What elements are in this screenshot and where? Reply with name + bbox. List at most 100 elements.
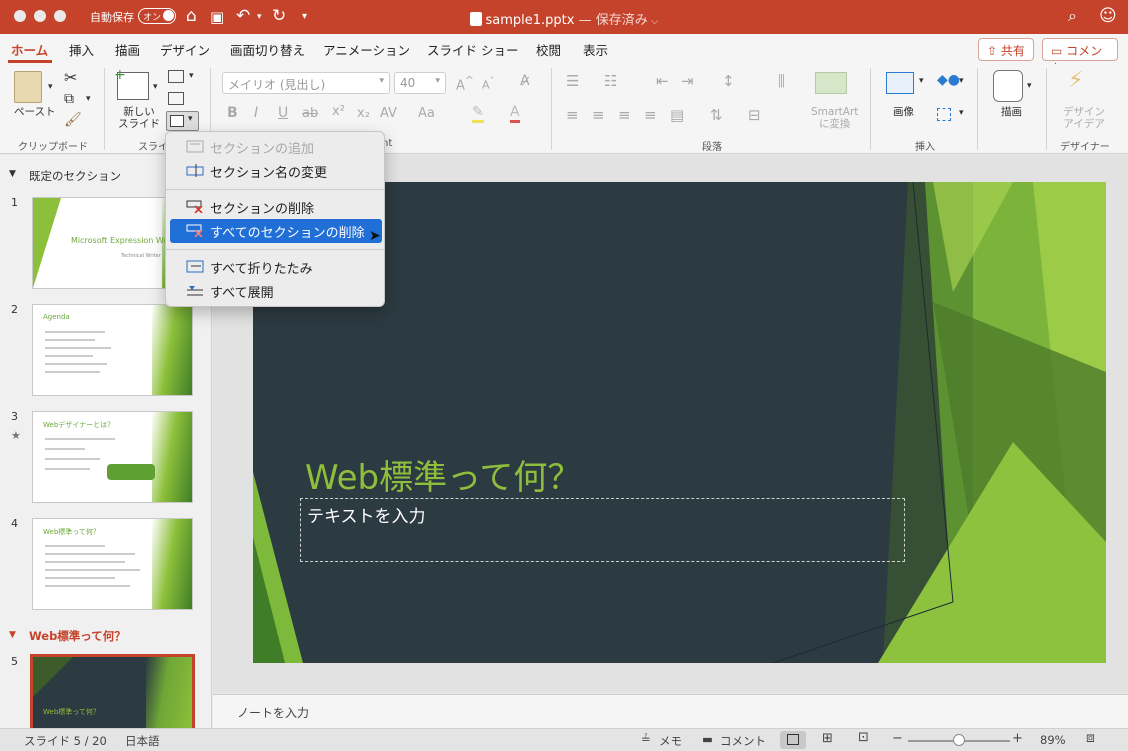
tab-home[interactable]: ホーム bbox=[11, 40, 48, 59]
subscript-icon[interactable]: x₂ bbox=[357, 106, 370, 121]
shapes-dropdown-icon[interactable]: ▾ bbox=[959, 76, 964, 86]
decrease-indent-icon[interactable]: ⇤ bbox=[656, 72, 669, 90]
grow-font-icon[interactable]: A^ bbox=[456, 74, 474, 93]
italic-icon[interactable]: I bbox=[254, 105, 258, 121]
layout-icon[interactable] bbox=[168, 70, 184, 83]
align-right-icon[interactable]: ≡ bbox=[618, 106, 631, 124]
notes-icon[interactable]: ≟ bbox=[641, 732, 651, 746]
tab-view[interactable]: 表示 bbox=[583, 40, 608, 59]
fit-to-window-icon[interactable]: ⧈ bbox=[1086, 730, 1095, 746]
highlight-icon[interactable]: ✎ bbox=[472, 104, 484, 123]
comments-icon[interactable]: ▬ bbox=[702, 732, 713, 746]
layout-dropdown-icon[interactable]: ▾ bbox=[189, 71, 194, 81]
language-indicator[interactable]: 日本語 bbox=[125, 733, 160, 749]
columns-icon[interactable]: ⫼ bbox=[778, 72, 785, 90]
notes-toggle[interactable]: メモ bbox=[659, 733, 682, 749]
share-button[interactable]: ⇧ 共有 bbox=[978, 38, 1034, 61]
slide-sorter-icon[interactable]: ⊞ bbox=[822, 731, 833, 746]
justify-icon[interactable]: ≡ bbox=[644, 106, 657, 124]
notes-pane[interactable]: ノートを入力 bbox=[213, 694, 1128, 728]
increase-indent-icon[interactable]: ⇥ bbox=[681, 72, 694, 90]
normal-view-button[interactable] bbox=[780, 731, 806, 749]
menu-delete-section[interactable]: セクションの削除 bbox=[170, 195, 382, 219]
search-icon[interactable]: ⌕ bbox=[1068, 6, 1077, 26]
section2-collapse-icon[interactable]: ▼ bbox=[9, 630, 16, 640]
section-default-title[interactable]: 既定のセクション bbox=[29, 168, 121, 184]
format-painter-icon[interactable]: 🖌 bbox=[64, 112, 82, 128]
numbering-icon[interactable]: ☷ bbox=[604, 72, 617, 90]
distributed-icon[interactable]: ▤ bbox=[670, 106, 684, 124]
copy-icon[interactable]: ⧉ bbox=[64, 91, 74, 107]
superscript-icon[interactable]: x² bbox=[332, 104, 345, 119]
zoom-level[interactable]: 89% bbox=[1040, 733, 1066, 747]
menu-rename-section[interactable]: セクション名の変更 bbox=[170, 159, 382, 183]
shrink-font-icon[interactable]: Aˇ bbox=[482, 76, 494, 92]
notes-placeholder[interactable]: ノートを入力 bbox=[237, 706, 309, 720]
tab-animations[interactable]: アニメーション bbox=[323, 40, 410, 59]
char-spacing-icon[interactable]: AV bbox=[380, 106, 397, 121]
paste-icon[interactable] bbox=[14, 71, 42, 103]
slide-counter: スライド 5 / 20 bbox=[24, 734, 107, 748]
draw-dropdown-icon[interactable]: ▾ bbox=[1027, 81, 1032, 91]
new-slide-dropdown-icon[interactable]: ▾ bbox=[153, 82, 158, 92]
feedback-smiley-icon[interactable]: ☺ bbox=[1099, 6, 1117, 26]
slide-thumbnail-3[interactable]: Webデザイナーとは？ bbox=[32, 411, 193, 503]
share-label: 共有 bbox=[1000, 44, 1025, 58]
shapes-icon[interactable]: ◆● bbox=[937, 72, 960, 88]
comments-toggle[interactable]: コメント bbox=[720, 733, 766, 749]
section-web-title[interactable]: Web標準って何？ bbox=[29, 628, 126, 644]
section-button[interactable]: ▾ bbox=[166, 111, 199, 131]
menu-expand-all[interactable]: すべて展開 bbox=[170, 279, 382, 303]
tab-insert[interactable]: 挿入 bbox=[69, 40, 94, 59]
align-left-icon[interactable]: ≡ bbox=[566, 106, 579, 124]
comment-button[interactable]: ▭ コメント bbox=[1042, 38, 1118, 75]
strikethrough-icon[interactable]: ab bbox=[302, 106, 318, 121]
text-placeholder[interactable]: テキストを入力 bbox=[300, 498, 905, 562]
tab-draw[interactable]: 描画 bbox=[115, 40, 140, 59]
text-direction-icon[interactable]: ⇅ bbox=[710, 106, 723, 124]
zoom-out-icon[interactable]: − bbox=[892, 731, 903, 746]
bullets-icon[interactable]: ☰ bbox=[566, 72, 579, 90]
new-slide-icon[interactable]: + bbox=[114, 67, 149, 100]
paste-dropdown-icon[interactable]: ▾ bbox=[48, 82, 53, 92]
align-center-icon[interactable]: ≡ bbox=[592, 106, 605, 124]
reading-view-icon[interactable]: ⊡ bbox=[858, 730, 869, 745]
clear-format-icon[interactable]: A̷ bbox=[520, 73, 530, 89]
smartart-icon[interactable] bbox=[815, 72, 847, 94]
change-case-icon[interactable]: Aa bbox=[418, 106, 435, 121]
zoom-slider-knob[interactable] bbox=[953, 734, 965, 746]
title-chevron-icon[interactable]: ⌵ bbox=[648, 16, 659, 27]
image-icon[interactable] bbox=[886, 72, 914, 94]
reset-slide-icon[interactable] bbox=[168, 92, 184, 105]
font-size-field[interactable]: 40 ▾ bbox=[394, 72, 446, 94]
textbox-dropdown-icon[interactable]: ▾ bbox=[959, 108, 964, 118]
tab-review[interactable]: 校閲 bbox=[536, 40, 561, 59]
slide-thumbnail-2[interactable]: Agenda bbox=[32, 304, 193, 396]
copy-dropdown-icon[interactable]: ▾ bbox=[86, 94, 91, 104]
design-ideas-label: デザイン アイデア bbox=[1063, 106, 1105, 130]
image-dropdown-icon[interactable]: ▾ bbox=[919, 76, 924, 86]
slide-title[interactable]: Web標準って何？ bbox=[305, 450, 581, 499]
menu-add-section[interactable]: セクションの追加 bbox=[170, 135, 382, 159]
zoom-in-icon[interactable]: + bbox=[1012, 731, 1023, 746]
section-collapse-icon[interactable]: ▼ bbox=[9, 169, 16, 179]
menu-collapse-all[interactable]: すべて折りたたみ bbox=[170, 255, 382, 279]
slide-thumbnail-4[interactable]: Web標準って何？ bbox=[32, 518, 193, 610]
font-color-icon[interactable]: A bbox=[510, 104, 520, 123]
cut-icon[interactable]: ✂ bbox=[64, 68, 77, 87]
tab-slideshow[interactable]: スライド ショー bbox=[427, 40, 518, 59]
menu-delete-all-sections[interactable]: すべてのセクションの削除 bbox=[170, 219, 382, 243]
textbox-icon[interactable] bbox=[937, 108, 951, 121]
align-text-icon[interactable]: ⊟ bbox=[748, 106, 761, 124]
bold-icon[interactable]: B bbox=[227, 105, 238, 121]
draw-icon[interactable] bbox=[993, 70, 1023, 102]
paste-label: ペースト bbox=[14, 106, 56, 118]
design-ideas-icon[interactable]: ⚡ bbox=[1068, 68, 1083, 93]
tab-transitions[interactable]: 画面切り替え bbox=[230, 40, 305, 59]
font-name-field[interactable]: メイリオ (見出し) ▾ bbox=[222, 72, 390, 94]
menu-delete-all-sections-label: すべてのセクションの削除 bbox=[210, 226, 365, 241]
underline-icon[interactable]: U bbox=[278, 105, 288, 121]
tab-design[interactable]: デザイン bbox=[160, 40, 210, 59]
line-spacing-icon[interactable]: ↕ bbox=[722, 72, 735, 90]
slide-thumbnail-5-selected[interactable]: Web標準って何？ bbox=[30, 654, 195, 728]
